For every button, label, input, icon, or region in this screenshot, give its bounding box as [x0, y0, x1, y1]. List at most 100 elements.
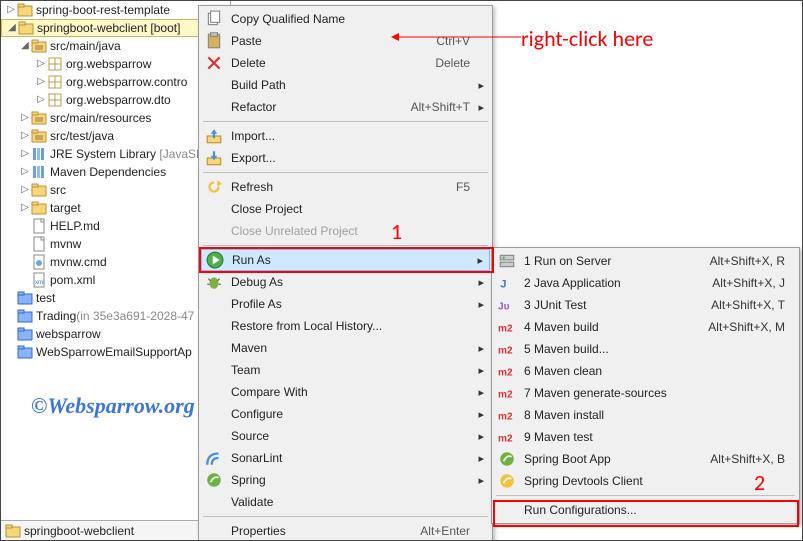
context-menu-item[interactable]: Spring▸ — [201, 469, 490, 491]
context-menu-item[interactable]: Profile As▸ — [201, 293, 490, 315]
tree-item[interactable]: ▷org.websparrow — [1, 55, 230, 73]
menu-item-label: Source — [231, 429, 470, 443]
context-menu-item[interactable]: Export... — [201, 147, 490, 169]
expand-arrow[interactable]: ▷ — [19, 145, 31, 163]
context-menu-item[interactable]: Run As▸ — [201, 249, 490, 271]
run-as-submenu[interactable]: 1 Run on ServerAlt+Shift+X, RJ2 Java App… — [491, 247, 800, 524]
menu-item-label: Properties — [231, 524, 390, 538]
tree-item[interactable]: ◢src/main/java — [1, 37, 230, 55]
tree-item[interactable]: ▷target — [1, 199, 230, 217]
context-menu-item[interactable]: Team▸ — [201, 359, 490, 381]
export-icon — [205, 149, 223, 167]
menu-item-label: Close Unrelated Project — [231, 224, 470, 238]
blue-folder-icon — [17, 326, 33, 342]
context-menu-item: Close Unrelated Project — [201, 220, 490, 242]
context-menu-item[interactable]: Source ▸ — [201, 425, 490, 447]
m2-icon: m2 — [498, 318, 516, 336]
run-as-item[interactable]: m28 Maven install — [494, 404, 797, 426]
context-menu-item[interactable]: Properties Alt+Enter — [201, 520, 490, 541]
tree-item[interactable]: mvnw.cmd — [1, 253, 230, 271]
spring-icon — [498, 450, 516, 468]
menu-item-accelerator: Alt+Shift+X, T — [711, 298, 785, 312]
tree-item[interactable]: ▷spring-boot-rest-template — [1, 1, 230, 19]
expand-arrow[interactable]: ▷ — [35, 55, 47, 73]
menu-item-label: Delete — [231, 56, 405, 70]
expand-arrow[interactable]: ▷ — [19, 127, 31, 145]
menu-item-label: Maven — [231, 341, 470, 355]
project-tree[interactable]: ▷spring-boot-rest-template◢springboot-we… — [1, 1, 230, 361]
folder-icon — [31, 200, 47, 216]
tree-item[interactable]: HELP.md — [1, 217, 230, 235]
submenu-arrow-icon: ▸ — [478, 430, 484, 443]
context-menu-item[interactable]: DeleteDelete — [201, 52, 490, 74]
tree-item-label: mvnw — [50, 235, 81, 253]
expand-arrow[interactable]: ▷ — [19, 163, 31, 181]
run-as-item[interactable]: J2 Java ApplicationAlt+Shift+X, J — [494, 272, 797, 294]
context-menu-item[interactable]: Copy Qualified Name — [201, 8, 490, 30]
context-menu-item[interactable]: Build Path ▸ — [201, 74, 490, 96]
tree-item[interactable]: ▷org.websparrow.dto — [1, 91, 230, 109]
tree-item-label: Trading — [36, 307, 76, 325]
menu-item-label: Compare With — [231, 385, 470, 399]
menu-item-accelerator: Alt+Shift+T — [411, 100, 470, 114]
run-as-item[interactable]: Spring Boot AppAlt+Shift+X, B — [494, 448, 797, 470]
tree-item[interactable]: test — [1, 289, 230, 307]
blue-folder-icon — [17, 290, 33, 306]
m2-icon: m2 — [498, 362, 516, 380]
menu-item-label: Build Path — [231, 78, 470, 92]
expand-arrow[interactable]: ▷ — [19, 199, 31, 217]
context-menu-item[interactable]: RefactorAlt+Shift+T▸ — [201, 96, 490, 118]
run-as-item[interactable]: Spring Devtools Client — [494, 470, 797, 492]
expand-arrow[interactable]: ▷ — [19, 181, 31, 199]
copy-icon — [205, 10, 223, 28]
expand-arrow[interactable]: ◢ — [19, 37, 31, 55]
file-cmd-icon — [31, 254, 47, 270]
context-menu-item[interactable]: Restore from Local History... — [201, 315, 490, 337]
tree-item[interactable]: ▷ Maven Dependencies — [1, 163, 230, 181]
run-as-item[interactable]: m29 Maven test — [494, 426, 797, 448]
tree-item[interactable]: ▷org.websparrow.contro — [1, 73, 230, 91]
submenu-arrow-icon: ▸ — [478, 474, 484, 487]
tree-item[interactable]: ▷ src/test/java — [1, 127, 230, 145]
menu-item-label: 1 Run on Server — [524, 254, 680, 268]
menu-item-accelerator: Alt+Enter — [420, 524, 470, 538]
context-menu-item[interactable]: RefreshF5 — [201, 176, 490, 198]
context-menu[interactable]: Copy Qualified NamePasteCtrl+VDeleteDele… — [198, 5, 493, 541]
tree-item-label: Maven Dependencies — [50, 163, 166, 181]
tree-item[interactable]: Trading (in 35e3a691-2028-47 — [1, 307, 230, 325]
context-menu-item[interactable]: Validate — [201, 491, 490, 513]
run-as-item[interactable]: m25 Maven build... — [494, 338, 797, 360]
run-as-item[interactable]: m26 Maven clean — [494, 360, 797, 382]
expand-arrow[interactable]: ◢ — [6, 19, 18, 37]
run-as-item[interactable]: m24 Maven buildAlt+Shift+X, M — [494, 316, 797, 338]
run-as-item[interactable]: Run Configurations... — [494, 499, 797, 521]
context-menu-item[interactable]: Maven▸ — [201, 337, 490, 359]
run-as-item[interactable]: 1 Run on ServerAlt+Shift+X, R — [494, 250, 797, 272]
run-icon — [206, 251, 224, 269]
run-as-item[interactable]: Jυ3 JUnit TestAlt+Shift+X, T — [494, 294, 797, 316]
tree-item[interactable]: websparrow — [1, 325, 230, 343]
tree-item[interactable]: ▷JRE System Library [JavaSE — [1, 145, 230, 163]
context-menu-item[interactable]: Compare With▸ — [201, 381, 490, 403]
context-menu-item[interactable]: Close Project — [201, 198, 490, 220]
tree-item[interactable]: xmlpom.xml — [1, 271, 230, 289]
context-menu-item[interactable]: Import... — [201, 125, 490, 147]
context-menu-item[interactable]: Debug As▸ — [201, 271, 490, 293]
tree-item[interactable]: WebSparrowEmailSupportAp — [1, 343, 230, 361]
tree-item[interactable]: mvnw — [1, 235, 230, 253]
expand-arrow[interactable]: ▷ — [35, 91, 47, 109]
submenu-arrow-icon: ▸ — [478, 79, 484, 92]
run-as-item[interactable]: m27 Maven generate-sources — [494, 382, 797, 404]
tree-item[interactable]: ▷src/main/resources — [1, 109, 230, 127]
expand-arrow[interactable]: ▷ — [5, 1, 17, 19]
expand-arrow[interactable]: ▷ — [19, 109, 31, 127]
status-bar: springboot-webclient — [1, 520, 229, 540]
paste-icon — [205, 32, 223, 50]
tree-item-label: src/test/java — [50, 127, 114, 145]
tree-item-label: websparrow — [36, 325, 101, 343]
context-menu-item[interactable]: Configure▸ — [201, 403, 490, 425]
tree-item[interactable]: ◢springboot-webclient [boot] — [1, 19, 230, 37]
tree-item[interactable]: ▷src — [1, 181, 230, 199]
expand-arrow[interactable]: ▷ — [35, 73, 47, 91]
context-menu-item[interactable]: SonarLint▸ — [201, 447, 490, 469]
